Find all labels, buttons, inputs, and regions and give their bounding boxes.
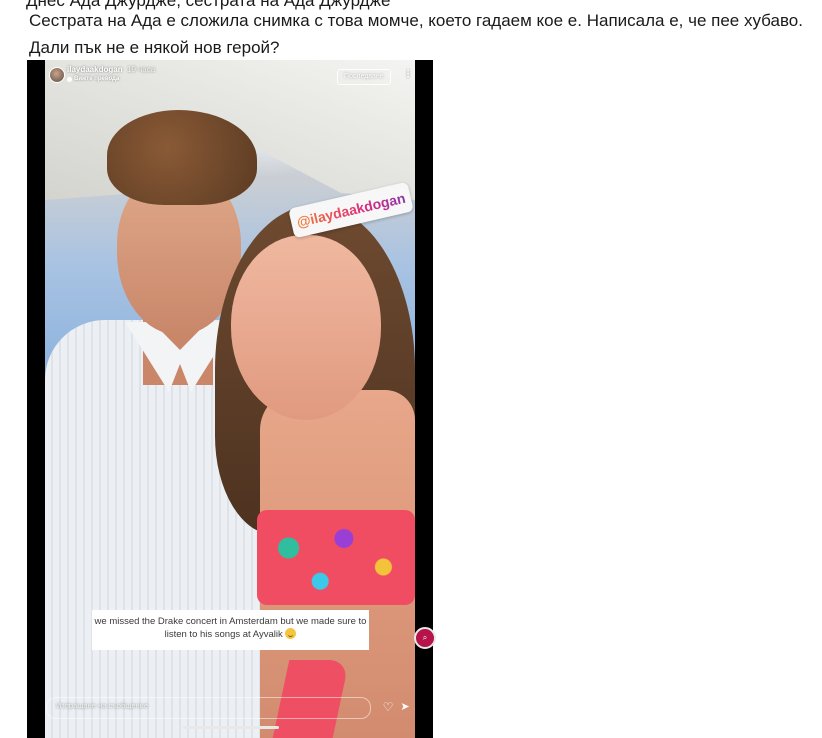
- post-text-line-2: Дали пък не е някой нов герой?: [29, 38, 280, 57]
- girl-face: [231, 235, 381, 420]
- caption-text: we missed the Drake concert in Amsterdam…: [94, 616, 367, 640]
- heart-icon[interactable]: ♡: [381, 700, 395, 714]
- see-translation-label: Вижте превода: [74, 76, 120, 82]
- reply-input[interactable]: Изпращане на съобщение: [46, 697, 371, 719]
- follow-button[interactable]: Последване: [337, 69, 391, 85]
- boy-hair: [107, 110, 257, 205]
- avatar[interactable]: [49, 67, 65, 83]
- post-text-line-1: Сестрата на Ада е сложила снимка с това …: [29, 11, 803, 30]
- story-time-ago: 19 часа: [127, 65, 156, 74]
- globe-icon: [67, 76, 72, 82]
- reply-placeholder: Изпращане на съобщение: [56, 701, 149, 710]
- bikini-top: [257, 510, 415, 605]
- story-username[interactable]: ilaydaakdogan: [67, 65, 123, 74]
- send-icon[interactable]: ➤: [398, 700, 412, 714]
- see-translation-link[interactable]: Вижте превода: [67, 76, 119, 82]
- story-caption: we missed the Drake concert in Amsterdam…: [92, 610, 369, 650]
- sticker-icon[interactable]: ⌕: [414, 627, 436, 649]
- home-indicator: [183, 726, 279, 729]
- more-icon[interactable]: ⋮: [403, 68, 413, 82]
- emoji-icon: [285, 628, 297, 639]
- story-header: ilaydaakdogan 19 часа Вижте превода Посл…: [45, 64, 415, 88]
